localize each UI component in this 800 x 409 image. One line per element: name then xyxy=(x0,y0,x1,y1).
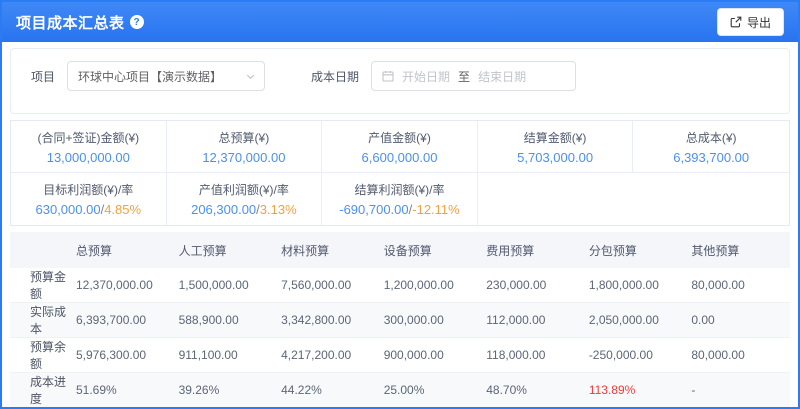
column-header-material-budget: 材料预算 xyxy=(277,232,380,268)
project-select[interactable]: 环球中心项目【演示数据】 xyxy=(67,61,265,91)
summary-card-value: 5,703,000.00 xyxy=(517,150,593,165)
help-icon[interactable]: ? xyxy=(130,15,144,29)
export-button[interactable]: 导出 xyxy=(717,8,784,36)
summary-card-label: 总成本(¥) xyxy=(686,129,737,146)
table-cell: 118,000.00 xyxy=(482,338,585,373)
table-cell: 12,370,000.00 xyxy=(72,268,175,303)
profit-rate: -12.11% xyxy=(412,202,459,217)
row-label: 成本进度 xyxy=(10,373,72,408)
table-cell: 3,342,800.00 xyxy=(277,303,380,338)
table-cell: - xyxy=(687,373,790,408)
page-title: 项目成本汇总表 xyxy=(16,12,125,33)
date-range-input[interactable]: 开始日期 至 结束日期 xyxy=(371,61,576,91)
row-label: 预算余额 xyxy=(10,338,72,373)
profit-amount: 630,000.00 xyxy=(36,202,101,217)
summary-panel: (合同+签证)金额(¥) 13,000,000.00 总预算(¥) 12,370… xyxy=(10,120,790,226)
summary-card-label: 产值利润额(¥)/率 xyxy=(199,181,289,198)
summary-card-output-amount: 产值金额(¥) 6,600,000.00 xyxy=(322,121,478,173)
summary-card-settlement-amount: 结算金额(¥) 5,703,000.00 xyxy=(478,121,634,173)
summary-card-label: 目标利润额(¥)/率 xyxy=(43,181,133,198)
row-label: 预算金额 xyxy=(10,268,72,303)
page-header: 项目成本汇总表 ? 导出 xyxy=(2,2,798,42)
chevron-down-icon xyxy=(245,71,256,82)
summary-card-contract-amount: (合同+签证)金额(¥) 13,000,000.00 xyxy=(11,121,167,173)
table-cell: 25.00% xyxy=(380,373,483,408)
column-header-other-budget: 其他预算 xyxy=(687,232,790,268)
table-cell: 911,100.00 xyxy=(175,338,278,373)
table-cell: 900,000.00 xyxy=(380,338,483,373)
table-cell: 80,000.00 xyxy=(687,268,790,303)
project-cost-summary-page: { "header": { "title": "项目成本汇总表", "help_… xyxy=(0,0,800,409)
table-row-budget-amount: 预算金额 12,370,000.00 1,500,000.00 7,560,00… xyxy=(10,268,790,303)
column-header-subcontract-budget: 分包预算 xyxy=(585,232,688,268)
start-date-placeholder: 开始日期 xyxy=(402,68,450,85)
table-cell: 588,900.00 xyxy=(175,303,278,338)
table-cell: 6,393,700.00 xyxy=(72,303,175,338)
project-select-value: 环球中心项目【演示数据】 xyxy=(78,68,245,85)
summary-card-value: 206,300.00/3.13% xyxy=(191,202,297,217)
filter-panel: 项目 环球中心项目【演示数据】 成本日期 开始日期 至 结束日期 xyxy=(10,48,790,114)
summary-card-value: 630,000.00/4.85% xyxy=(36,202,142,217)
calendar-icon xyxy=(382,70,394,82)
table-cell: -250,000.00 xyxy=(585,338,688,373)
cost-table: 总预算 人工预算 材料预算 设备预算 费用预算 分包预算 其他预算 预算金额 1… xyxy=(10,232,790,407)
table-cell: 5,976,300.00 xyxy=(72,338,175,373)
cost-table-container: 总预算 人工预算 材料预算 设备预算 费用预算 分包预算 其他预算 预算金额 1… xyxy=(10,232,790,407)
table-cell: 51.69% xyxy=(72,373,175,408)
cost-table-header: 总预算 人工预算 材料预算 设备预算 费用预算 分包预算 其他预算 xyxy=(10,232,790,268)
table-cell: 44.22% xyxy=(277,373,380,408)
summary-row-2: 目标利润额(¥)/率 630,000.00/4.85% 产值利润额(¥)/率 2… xyxy=(11,173,789,225)
summary-card-value: 12,370,000.00 xyxy=(202,150,285,165)
summary-card-label: 产值金额(¥) xyxy=(368,129,431,146)
summary-card-label: (合同+签证)金额(¥) xyxy=(37,129,139,146)
summary-card-total-budget: 总预算(¥) 12,370,000.00 xyxy=(167,121,323,173)
summary-card-value: 6,393,700.00 xyxy=(673,150,749,165)
table-row-actual-cost: 实际成本 6,393,700.00 588,900.00 3,342,800.0… xyxy=(10,303,790,338)
table-row-cost-progress: 成本进度 51.69% 39.26% 44.22% 25.00% 48.70% … xyxy=(10,373,790,408)
column-header-rowlabel xyxy=(10,232,72,268)
column-header-expense-budget: 费用预算 xyxy=(482,232,585,268)
column-header-equipment-budget: 设备预算 xyxy=(380,232,483,268)
date-range-separator: 至 xyxy=(458,68,470,85)
table-cell-over-budget: 113.89% xyxy=(585,373,688,408)
table-cell: 80,000.00 xyxy=(687,338,790,373)
profit-amount: -690,700.00 xyxy=(339,202,408,217)
table-cell: 230,000.00 xyxy=(482,268,585,303)
table-cell: 112,000.00 xyxy=(482,303,585,338)
export-button-label: 导出 xyxy=(747,14,771,31)
table-cell: 1,800,000.00 xyxy=(585,268,688,303)
table-cell: 39.26% xyxy=(175,373,278,408)
summary-empty-cell xyxy=(478,173,789,225)
summary-card-label: 结算金额(¥) xyxy=(524,129,587,146)
table-cell: 0.00 xyxy=(687,303,790,338)
profit-rate: 4.85% xyxy=(104,202,141,217)
profit-rate: 3.13% xyxy=(260,202,297,217)
project-filter-label: 项目 xyxy=(31,68,55,85)
profit-amount: 206,300.00 xyxy=(191,202,256,217)
summary-card-target-profit: 目标利润额(¥)/率 630,000.00/4.85% xyxy=(11,173,167,225)
table-cell: 2,050,000.00 xyxy=(585,303,688,338)
table-cell: 7,560,000.00 xyxy=(277,268,380,303)
table-row-budget-balance: 预算余额 5,976,300.00 911,100.00 4,217,200.0… xyxy=(10,338,790,373)
column-header-labor-budget: 人工预算 xyxy=(175,232,278,268)
summary-card-settlement-profit: 结算利润额(¥)/率 -690,700.00/-12.11% xyxy=(322,173,478,225)
table-cell: 48.70% xyxy=(482,373,585,408)
end-date-placeholder: 结束日期 xyxy=(478,68,526,85)
summary-card-label: 总预算(¥) xyxy=(219,129,270,146)
column-header-total-budget: 总预算 xyxy=(72,232,175,268)
table-cell: 1,200,000.00 xyxy=(380,268,483,303)
summary-card-value: 6,600,000.00 xyxy=(362,150,438,165)
cost-date-filter-label: 成本日期 xyxy=(311,68,359,85)
summary-card-value: -690,700.00/-12.11% xyxy=(339,202,460,217)
summary-card-output-profit: 产值利润额(¥)/率 206,300.00/3.13% xyxy=(167,173,323,225)
table-cell: 300,000.00 xyxy=(380,303,483,338)
row-label-actual-cost-link[interactable]: 实际成本 xyxy=(10,303,72,338)
table-cell: 1,500,000.00 xyxy=(175,268,278,303)
table-cell: 4,217,200.00 xyxy=(277,338,380,373)
summary-row-1: (合同+签证)金额(¥) 13,000,000.00 总预算(¥) 12,370… xyxy=(11,121,789,173)
summary-card-value: 13,000,000.00 xyxy=(47,150,130,165)
summary-card-label: 结算利润额(¥)/率 xyxy=(354,181,444,198)
summary-card-total-cost: 总成本(¥) 6,393,700.00 xyxy=(633,121,789,173)
export-icon xyxy=(730,16,742,28)
